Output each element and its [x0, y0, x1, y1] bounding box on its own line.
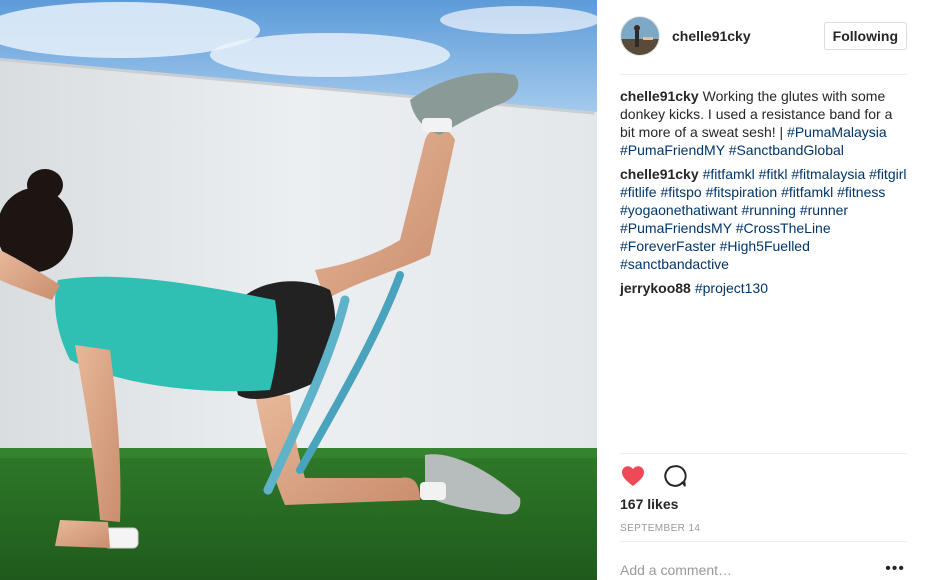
- avatar-image: [621, 17, 659, 55]
- header-divider: [620, 74, 907, 75]
- add-comment-bar: •••: [620, 559, 907, 580]
- hashtag-link[interactable]: #ForeverFaster: [620, 238, 716, 254]
- heart-icon: [622, 466, 644, 486]
- hashtag-link[interactable]: #sanctbandactive: [620, 256, 729, 272]
- post-photo-image: [0, 0, 597, 580]
- hashtag-link[interactable]: #PumaFriendsMY: [620, 220, 732, 236]
- comment-item: chelle91cky Working the glutes with some …: [620, 87, 907, 159]
- comment-author[interactable]: chelle91cky: [620, 166, 699, 182]
- hashtag-link[interactable]: #running: [741, 202, 796, 218]
- hashtag-link[interactable]: #CrossTheLine: [736, 220, 831, 236]
- hashtag-link[interactable]: #fitness: [837, 184, 885, 200]
- avatar[interactable]: [620, 16, 660, 56]
- following-button[interactable]: Following: [823, 22, 907, 50]
- hashtag-link[interactable]: #High5Fuelled: [720, 238, 810, 254]
- add-comment-input[interactable]: [620, 562, 870, 578]
- hashtag-link[interactable]: #fitspiration: [706, 184, 778, 200]
- post-photo[interactable]: [0, 0, 597, 580]
- hashtag-link[interactable]: #fitmalaysia: [791, 166, 865, 182]
- hashtag-link[interactable]: #fitfamkl: [703, 166, 755, 182]
- post-details-panel: chelle91cky Following chelle91cky Working…: [597, 0, 927, 580]
- hashtag-link[interactable]: #runner: [800, 202, 848, 218]
- comments-list: chelle91cky Working the glutes with some …: [620, 87, 907, 303]
- comments-divider: [620, 453, 907, 454]
- like-button[interactable]: [620, 463, 646, 489]
- hashtag-link[interactable]: #fitgirl: [869, 166, 906, 182]
- comment-author[interactable]: jerrykoo88: [620, 280, 691, 296]
- post-actions: [620, 462, 704, 490]
- hashtag-link[interactable]: #fitspo: [660, 184, 701, 200]
- hashtag-link[interactable]: #fitlife: [620, 184, 657, 200]
- hashtag-link[interactable]: #project130: [695, 280, 768, 296]
- comment-bubble-icon: [664, 465, 687, 487]
- hashtag-link[interactable]: #SanctbandGlobal: [729, 142, 844, 158]
- comment-item: jerrykoo88 #project130: [620, 279, 907, 297]
- hashtag-link[interactable]: #PumaMalaysia: [787, 124, 887, 140]
- footer-divider: [620, 541, 907, 542]
- post-date[interactable]: SEPTEMBER 14: [620, 523, 700, 534]
- comment-author[interactable]: chelle91cky: [620, 88, 699, 104]
- hashtag-link[interactable]: #yogaonethatiwant: [620, 202, 738, 218]
- likes-count[interactable]: 167 likes: [620, 496, 678, 512]
- post-author-username[interactable]: chelle91cky: [672, 28, 751, 44]
- more-options-button[interactable]: •••: [885, 561, 905, 577]
- post-header: chelle91cky Following: [620, 14, 907, 58]
- comment-item: chelle91cky #fitfamkl #fitkl #fitmalaysia…: [620, 165, 907, 273]
- hashtag-link[interactable]: #fitfamkl: [781, 184, 833, 200]
- hashtag-link[interactable]: #fitkl: [759, 166, 788, 182]
- comment-button[interactable]: [662, 463, 688, 489]
- hashtag-link[interactable]: #PumaFriendMY: [620, 142, 725, 158]
